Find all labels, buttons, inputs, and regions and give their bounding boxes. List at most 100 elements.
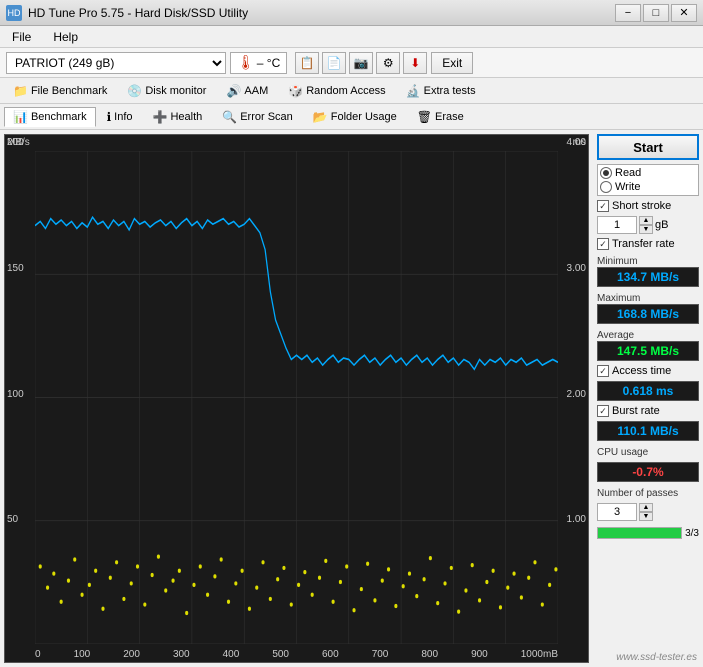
maximum-value: 168.8 MB/s: [597, 304, 699, 324]
info-icon-btn[interactable]: 📋: [295, 52, 319, 74]
title-bar-text: HD Tune Pro 5.75 - Hard Disk/SSD Utility: [28, 6, 248, 20]
download-icon-btn[interactable]: ⬇: [403, 52, 427, 74]
passes-input[interactable]: [597, 503, 637, 521]
tab-file-benchmark[interactable]: 📁 File Benchmark: [4, 81, 116, 101]
y-label-right-3: 1.00: [567, 514, 586, 525]
short-stroke-input[interactable]: [597, 216, 637, 234]
burst-rate-value: 110.1 MB/s: [597, 421, 699, 441]
tab-extra-tests[interactable]: 🔬 Extra tests: [397, 81, 485, 101]
tab-extra-tests-label: Extra tests: [424, 85, 476, 97]
camera-icon-btn[interactable]: 📷: [349, 52, 373, 74]
tab-info-label: Info: [114, 111, 132, 123]
menu-help[interactable]: Help: [47, 28, 84, 46]
menu-bar: File Help: [0, 26, 703, 48]
erase-icon: 🗑: [417, 110, 432, 124]
transfer-rate-row[interactable]: Transfer rate: [597, 238, 699, 250]
passes-bar-fill: [598, 528, 681, 538]
start-button[interactable]: Start: [597, 134, 699, 160]
spin-up-button[interactable]: ▲: [639, 216, 653, 225]
thermometer-icon: 🌡: [237, 54, 255, 71]
tab-aam[interactable]: 🔊 AAM: [217, 81, 277, 101]
tab-disk-monitor[interactable]: 💿 Disk monitor: [118, 81, 215, 101]
settings-icon-btn[interactable]: ⚙: [376, 52, 400, 74]
x-label-1: 100: [74, 649, 91, 660]
tab-aam-label: AAM: [244, 85, 268, 97]
x-label-4: 400: [223, 649, 240, 660]
spin-down-button[interactable]: ▼: [639, 225, 653, 234]
tab-random-access[interactable]: 🎲 Random Access: [279, 81, 394, 101]
burst-rate-row[interactable]: Burst rate: [597, 405, 699, 417]
y-label-left-3: 50: [7, 514, 24, 525]
chart-svg: [35, 151, 558, 644]
tab-random-access-label: Random Access: [306, 85, 385, 97]
average-label: Average: [597, 330, 699, 341]
passes-spin-row: ▲ ▼: [597, 503, 699, 521]
maximum-label: Maximum: [597, 293, 699, 304]
access-time-checkbox[interactable]: [597, 365, 609, 377]
minimum-label: Minimum: [597, 256, 699, 267]
copy-icon-btn[interactable]: 📄: [322, 52, 346, 74]
title-bar-controls[interactable]: − □ ✕: [615, 4, 697, 22]
short-stroke-row[interactable]: Short stroke: [597, 200, 699, 212]
read-radio-row[interactable]: Read: [600, 167, 696, 179]
tab-bar-2: 📊 Benchmark ℹ Info ➕ Health 🔍 Error Scan…: [0, 104, 703, 130]
folder-usage-icon: 📂: [313, 110, 328, 124]
tab-benchmark-label: Benchmark: [31, 111, 87, 123]
average-section: Average 147.5 MB/s: [597, 328, 699, 361]
tab-file-benchmark-label: File Benchmark: [31, 85, 107, 97]
temp-value: – °C: [257, 56, 280, 70]
maximize-button[interactable]: □: [643, 4, 669, 22]
toolbar-icons: 📋 📄 📷 ⚙ ⬇: [295, 52, 427, 74]
info-icon: ℹ: [107, 110, 112, 124]
menu-file[interactable]: File: [6, 28, 37, 46]
cpu-usage-value: -0.7%: [597, 462, 699, 482]
tab-bar-1: 📁 File Benchmark 💿 Disk monitor 🔊 AAM 🎲 …: [0, 78, 703, 104]
disk-monitor-icon: 💿: [127, 84, 142, 98]
chart-y-labels-left: 200 150 100 50: [7, 135, 24, 642]
health-icon: ➕: [153, 110, 168, 124]
access-time-value: 0.618 ms: [597, 381, 699, 401]
passes-label: Number of passes: [597, 488, 699, 499]
close-button[interactable]: ✕: [671, 4, 697, 22]
passes-display: 3/3: [685, 528, 699, 539]
chart-y-labels-right: 4.00 3.00 2.00 1.00: [567, 135, 586, 642]
tab-folder-usage[interactable]: 📂 Folder Usage: [304, 107, 406, 127]
passes-bar-background: [597, 527, 682, 539]
extra-tests-icon: 🔬: [406, 84, 421, 98]
app-icon: HD: [6, 5, 22, 21]
x-label-0: 0: [35, 649, 41, 660]
minimize-button[interactable]: −: [615, 4, 641, 22]
drive-selector[interactable]: PATRIOT (249 gB): [6, 52, 226, 74]
short-stroke-checkbox[interactable]: [597, 200, 609, 212]
short-stroke-unit: gB: [655, 219, 668, 231]
chart-x-labels: 0 100 200 300 400 500 600 700 800 900 10…: [35, 649, 558, 660]
y-label-right-1: 3.00: [567, 263, 586, 274]
temperature-display: 🌡 – °C: [230, 52, 287, 74]
access-time-label: Access time: [612, 365, 671, 377]
transfer-rate-checkbox[interactable]: [597, 238, 609, 250]
x-label-6: 600: [322, 649, 339, 660]
tab-info[interactable]: ℹ Info: [98, 107, 142, 127]
write-radio[interactable]: [600, 181, 612, 193]
burst-rate-checkbox[interactable]: [597, 405, 609, 417]
tab-benchmark[interactable]: 📊 Benchmark: [4, 107, 96, 127]
tab-health[interactable]: ➕ Health: [144, 107, 212, 127]
average-value: 147.5 MB/s: [597, 341, 699, 361]
cpu-usage-label: CPU usage: [597, 447, 699, 458]
tab-erase[interactable]: 🗑 Erase: [408, 107, 473, 127]
write-label: Write: [615, 181, 640, 193]
random-access-icon: 🎲: [288, 84, 303, 98]
passes-up-button[interactable]: ▲: [639, 503, 653, 512]
tab-error-scan[interactable]: 🔍 Error Scan: [213, 107, 302, 127]
passes-down-button[interactable]: ▼: [639, 512, 653, 521]
access-time-row[interactable]: Access time: [597, 365, 699, 377]
y-label-left-1: 150: [7, 263, 24, 274]
y-label-left-0: 200: [7, 137, 24, 148]
write-radio-row[interactable]: Write: [600, 181, 696, 193]
chart-area: MB/s ms 200 150 100 50 4.00 3.00 2.00 1.…: [4, 134, 589, 663]
read-radio[interactable]: [600, 167, 612, 179]
chart-canvas: [35, 151, 558, 644]
exit-button[interactable]: Exit: [431, 52, 473, 74]
read-write-group: Read Write: [597, 164, 699, 196]
file-benchmark-icon: 📁: [13, 84, 28, 98]
